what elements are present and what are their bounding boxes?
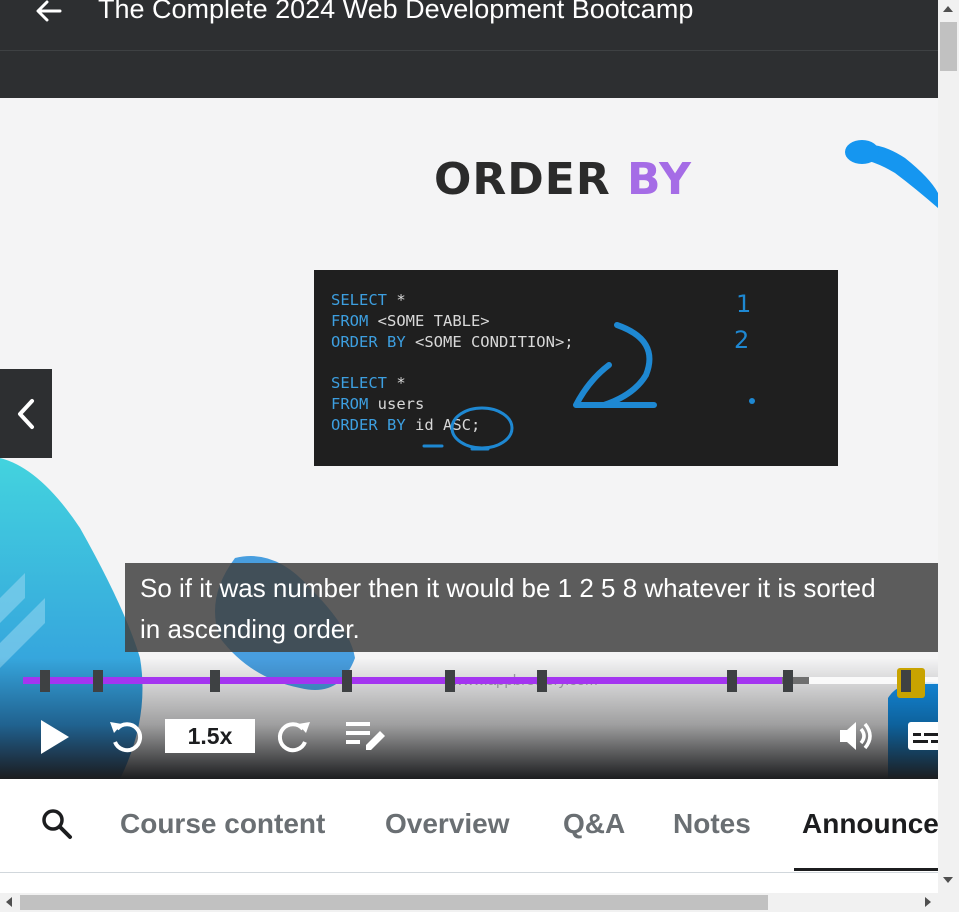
subtitle-caption: So if it was number then it would be 1 2…: [125, 563, 938, 652]
tab-announcements[interactable]: Announcements: [802, 808, 938, 840]
search-icon[interactable]: [40, 807, 74, 841]
chapter-marker[interactable]: [40, 670, 50, 692]
active-tab-indicator: [794, 868, 938, 871]
course-title[interactable]: The Complete 2024 Web Development Bootca…: [98, 0, 693, 25]
annot-number-1: 1: [736, 290, 751, 318]
back-arrow-icon[interactable]: [32, 0, 66, 28]
scroll-left-arrow-icon[interactable]: [6, 897, 12, 907]
top-bar: The Complete 2024 Web Development Bootca…: [0, 0, 938, 51]
slide-title: ORDER BY: [0, 154, 938, 205]
course-tabs: Course content Overview Q&A Notes Announ…: [0, 779, 938, 873]
slide-title-main: ORDER: [433, 154, 611, 205]
notes-icon[interactable]: [344, 716, 388, 756]
scroll-right-arrow-icon[interactable]: [925, 897, 931, 907]
chevron-left-icon: [18, 398, 34, 429]
chapter-marker[interactable]: [783, 670, 793, 692]
chapter-marker[interactable]: [210, 670, 220, 692]
header-sub-bar: [0, 51, 938, 98]
captions-icon[interactable]: [906, 718, 938, 754]
vertical-scrollbar[interactable]: [938, 0, 959, 893]
volume-icon[interactable]: [836, 716, 876, 756]
chapter-marker[interactable]: [727, 670, 737, 692]
vertical-scroll-thumb[interactable]: [940, 22, 957, 71]
chapter-marker[interactable]: [93, 670, 103, 692]
tab-notes[interactable]: Notes: [673, 808, 751, 840]
chapter-marker[interactable]: [901, 670, 911, 692]
tab-overview[interactable]: Overview: [385, 808, 510, 840]
caption-line-1: So if it was number then it would be 1 2…: [140, 573, 876, 603]
page: The Complete 2024 Web Development Bootca…: [0, 0, 938, 893]
horizontal-scroll-thumb[interactable]: [20, 895, 768, 910]
tab-course-content[interactable]: Course content: [120, 808, 325, 840]
chapter-marker[interactable]: [537, 670, 547, 692]
slide-title-accent: BY: [627, 154, 693, 205]
play-icon[interactable]: [38, 718, 72, 756]
playback-speed-button[interactable]: 1.5x: [165, 719, 255, 753]
progress-played: [23, 677, 783, 684]
handwritten-annotations: 1 2: [422, 290, 755, 451]
chapter-marker[interactable]: [445, 670, 455, 692]
video-player[interactable]: ORDER BY SELECT * FROM <SOME TABLE> ORDE…: [0, 98, 938, 779]
caption-line-2: in ascending order.: [140, 614, 360, 644]
scroll-down-arrow-icon[interactable]: [943, 877, 953, 883]
chapter-marker[interactable]: [342, 670, 352, 692]
annot-number-2: 2: [734, 326, 749, 354]
rewind-icon[interactable]: [106, 716, 146, 756]
forward-icon[interactable]: [274, 716, 314, 756]
previous-lecture-button[interactable]: [0, 369, 52, 458]
code-block: SELECT * FROM <SOME TABLE> ORDER BY <SOM…: [314, 270, 838, 466]
tab-qa[interactable]: Q&A: [563, 808, 625, 840]
scroll-up-arrow-icon[interactable]: [943, 6, 953, 12]
